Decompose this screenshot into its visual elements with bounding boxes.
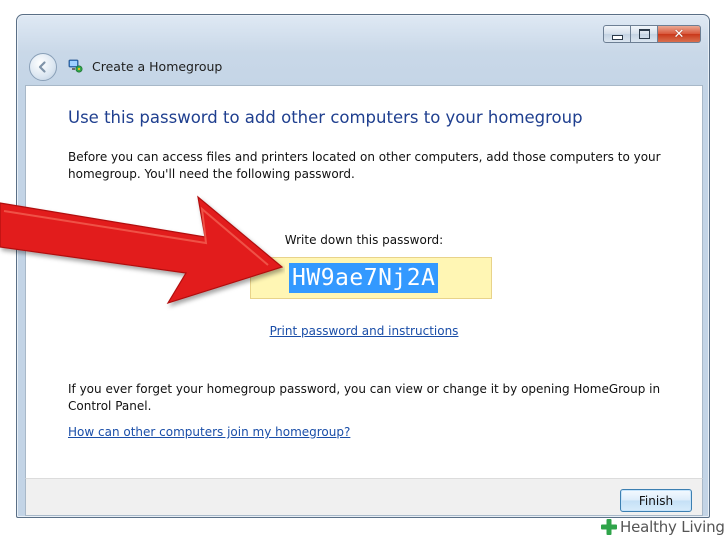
maximize-button[interactable] [631,25,658,43]
minimize-icon [611,34,623,40]
page-heading: Use this password to add other computers… [68,108,583,127]
window-controls: ✕ [603,25,701,43]
close-icon: ✕ [673,26,685,42]
password-text[interactable]: HW9ae7Nj2A [289,263,439,293]
print-password-link-label[interactable]: Print password and instructions [270,324,459,338]
window-title: Create a Homegroup [92,59,223,74]
finish-button[interactable]: Finish [620,489,692,512]
join-homegroup-link[interactable]: How can other computers join my homegrou… [68,425,350,439]
title-bar[interactable]: ✕ [17,15,709,49]
red-arrow-annotation [0,195,284,305]
back-button[interactable] [29,53,57,81]
print-password-link[interactable]: Print password and instructions [26,324,702,338]
footer-bar: Finish [25,478,703,516]
maximize-icon [638,29,650,39]
intro-text: Before you can access files and printers… [68,150,661,181]
close-button[interactable]: ✕ [658,25,701,43]
forget-password-text: If you ever forget your homegroup passwo… [68,382,661,413]
watermark: Healthy Living [600,516,725,538]
minimize-button[interactable] [603,25,631,43]
back-arrow-icon [38,61,46,73]
watermark-text: Healthy Living [620,518,725,536]
nav-bar: Create a Homegroup [17,49,709,85]
password-box[interactable]: HW9ae7Nj2A [250,257,492,299]
healthy-living-plus-icon [601,519,617,535]
homegroup-icon [68,59,83,73]
